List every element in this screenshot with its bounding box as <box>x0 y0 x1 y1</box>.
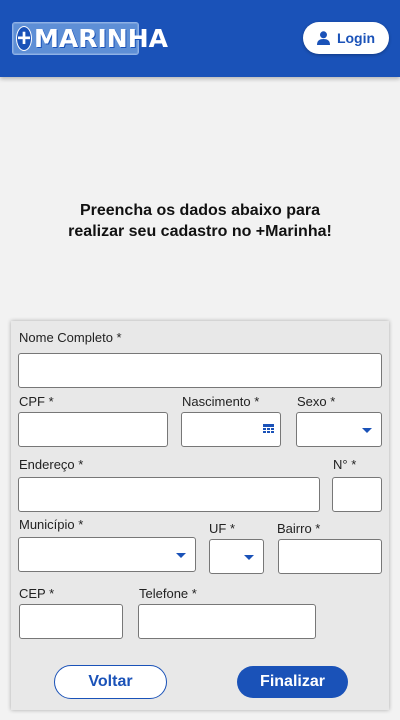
uf-select[interactable] <box>209 539 264 574</box>
bairro-label: Bairro * <box>277 521 321 536</box>
sexo-label: Sexo * <box>297 394 336 409</box>
chevron-down-icon <box>244 555 254 560</box>
municipio-select[interactable] <box>18 537 196 572</box>
municipio-label: Município * <box>19 517 84 532</box>
cep-input[interactable] <box>19 604 123 639</box>
logo-plus: + <box>16 25 33 52</box>
numero-input[interactable] <box>332 477 382 512</box>
nome-input[interactable] <box>18 353 382 388</box>
chevron-down-icon <box>362 428 372 433</box>
cpf-input[interactable] <box>18 412 168 447</box>
voltar-button[interactable]: Voltar <box>54 665 167 699</box>
nascimento-input[interactable] <box>181 412 281 447</box>
sexo-select[interactable] <box>296 412 382 447</box>
telefone-label: Telefone * <box>139 586 197 601</box>
bairro-input[interactable] <box>278 539 382 574</box>
nascimento-label: Nascimento * <box>182 394 260 409</box>
calendar-icon[interactable] <box>263 424 274 435</box>
nome-label: Nome Completo * <box>19 330 122 345</box>
endereco-input[interactable] <box>18 477 320 512</box>
marinha-logo[interactable]: + MARINHA <box>12 22 168 55</box>
finalizar-button[interactable]: Finalizar <box>237 666 348 698</box>
login-label: Login <box>336 30 376 46</box>
logo-text: MARINHA <box>34 24 168 53</box>
intro-line-1: Preencha os dados abaixo para <box>79 202 321 219</box>
cep-label: CEP * <box>19 586 55 601</box>
telefone-input[interactable] <box>138 604 316 639</box>
intro-text: Preencha os dados abaixo para realizar s… <box>0 200 400 242</box>
user-icon <box>316 31 330 45</box>
intro-line-2: realizar seu cadastro no +Marinha! <box>68 223 332 240</box>
login-button[interactable]: Login <box>303 22 389 54</box>
cpf-label: CPF * <box>19 394 54 409</box>
chevron-down-icon <box>176 553 186 558</box>
uf-label: UF * <box>209 521 235 536</box>
endereco-label: Endereço * <box>19 457 84 472</box>
registration-form: Nome Completo * CPF * Nascimento * Sexo … <box>11 321 389 710</box>
numero-label: N° * <box>333 457 357 472</box>
app-header: + MARINHA Login <box>0 0 400 77</box>
